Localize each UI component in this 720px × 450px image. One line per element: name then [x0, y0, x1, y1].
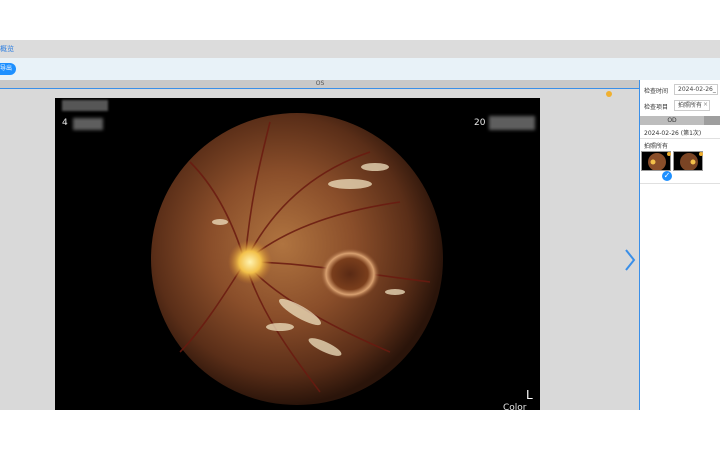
mode-label: Color — [503, 403, 527, 413]
fundus-photo — [151, 113, 443, 405]
clear-icon[interactable]: × — [703, 101, 708, 108]
capture-date-redacted — [489, 116, 535, 130]
export-button[interactable]: 导出 — [0, 63, 16, 75]
patient-id-prefix: 4 — [62, 118, 68, 128]
capture-date-prefix: 20 — [474, 118, 486, 128]
status-dot-icon — [606, 91, 612, 97]
thumbnail-2-dot-icon — [699, 152, 703, 156]
eye-label: L — [526, 388, 533, 402]
chevron-right-icon[interactable] — [622, 248, 638, 272]
group-label: 拍照所有 — [644, 143, 669, 150]
thumbnail-1-dot-icon — [667, 152, 671, 156]
exam-time-select[interactable]: 2024-02-26_ — [674, 84, 718, 95]
tab-overview-link[interactable]: 概览 — [0, 44, 14, 54]
patient-name-redacted — [62, 100, 108, 111]
column-header-od: OD — [640, 116, 704, 125]
viewer-title: OS — [0, 80, 640, 88]
toolbar — [0, 58, 720, 80]
exam-time-label: 检查时间 — [644, 88, 669, 95]
check-circle-icon[interactable]: ✓ — [662, 171, 672, 181]
tab-bar — [0, 40, 720, 58]
panel-divider-bottom — [640, 183, 720, 184]
viewer-divider — [0, 88, 640, 89]
exam-date-row[interactable]: 2024-02-26 (第1次) — [644, 128, 701, 137]
column-header-os — [704, 116, 720, 125]
panel-divider — [640, 138, 720, 139]
patient-id-redacted — [73, 118, 103, 130]
filter-label: 检查项目 — [644, 104, 669, 111]
